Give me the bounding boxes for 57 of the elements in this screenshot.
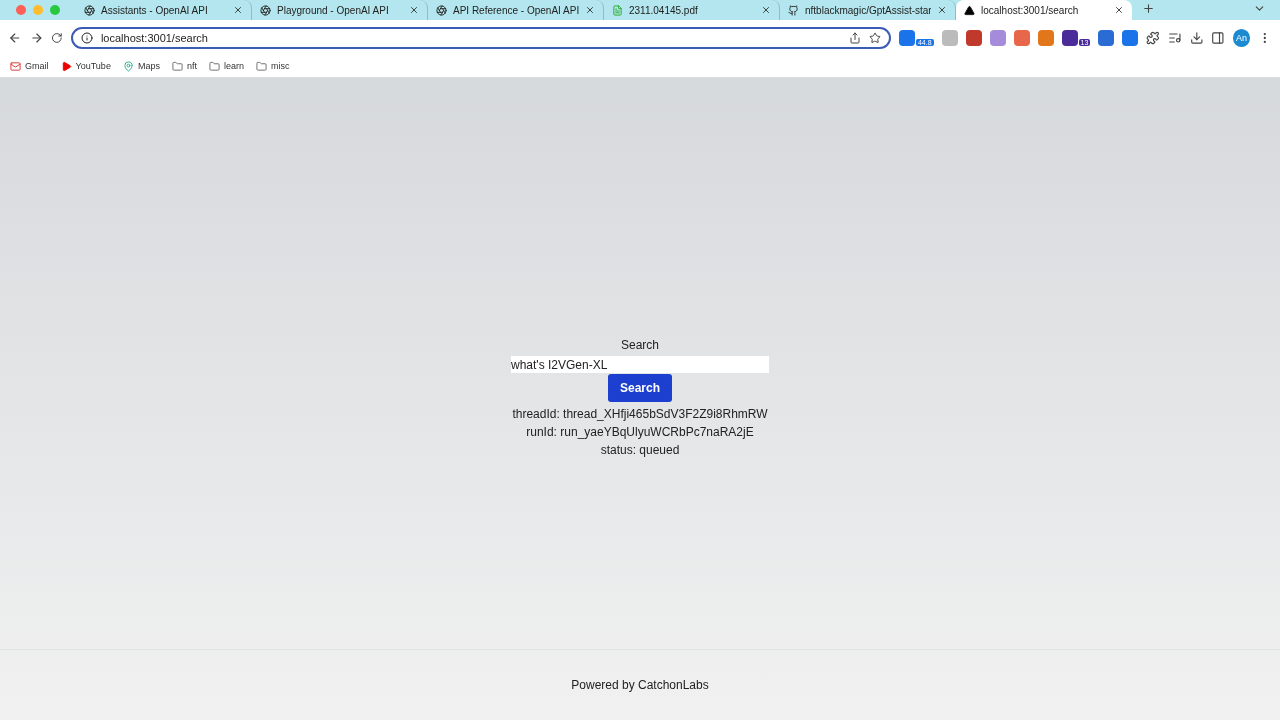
download-icon[interactable] [1189,30,1204,45]
star-icon[interactable] [868,31,881,44]
folder-icon [255,60,267,72]
bookmark[interactable]: misc [255,60,290,72]
close-icon[interactable] [585,5,595,15]
bookmark[interactable]: Maps [122,60,160,72]
bookmark[interactable]: YouTube [60,60,111,72]
url-text: localhost:3001/search [100,31,209,44]
bookmark-label: Maps [137,61,160,71]
bookmark-label: YouTube [75,61,111,71]
search-heading: Search [621,338,659,352]
profile-avatar[interactable]: An [1232,28,1251,47]
footer-text: Powered by CatchonLabs [571,678,709,692]
media-icon[interactable] [1167,30,1182,45]
folder-icon [208,60,220,72]
result-line: runId: run_yaeYBqUlyuWCRbPc7naRA2jE [526,424,754,441]
bookmark[interactable]: nft [171,60,197,72]
back-icon[interactable] [8,30,22,45]
folder-icon [171,60,183,72]
share-icon[interactable] [848,31,861,44]
close-icon[interactable] [1114,5,1124,15]
triangle-icon [964,4,975,16]
address-bar[interactable]: localhost:3001/search [70,26,891,49]
search-button[interactable]: Search [608,374,672,402]
reload-icon[interactable] [51,31,63,44]
close-icon[interactable] [409,5,419,15]
extension-icon[interactable] [965,29,982,46]
search-field[interactable]: what's I2VGen-XL [511,356,769,373]
new-tab-icon[interactable] [1142,2,1155,15]
bookmark-label: misc [270,61,290,71]
bookmark-label: nft [186,61,197,71]
bookmark[interactable]: Gmail [10,60,49,72]
close-icon[interactable] [937,5,947,15]
logo-icon [436,4,447,16]
extension-icon[interactable] [1122,29,1139,46]
pin-icon [122,60,134,72]
result-line: status: queued [600,442,680,459]
github-icon [788,4,799,16]
bookmark-label: Gmail [25,61,49,71]
info-icon [80,31,93,44]
extension-icon[interactable] [1061,29,1078,46]
play-icon [60,60,72,72]
logo-icon [84,4,95,16]
bookmark[interactable]: learn [208,60,244,72]
result-line: threadId: thread_XHfji465bSdV3F2Z9i8RhmRW [512,406,768,423]
side-panel-icon[interactable] [1211,30,1225,45]
bookmark-label: learn [223,61,244,71]
close-icon[interactable] [233,5,243,15]
forward-icon[interactable] [29,30,44,45]
puzzle-icon[interactable] [1146,30,1160,45]
close-icon[interactable] [761,5,771,15]
extension-icon[interactable] [898,29,915,46]
browser-tab[interactable]: localhost:3001/search [956,0,1132,20]
mail-icon [10,60,21,72]
document-icon [612,4,623,16]
extension-icon[interactable] [1098,29,1115,46]
logo-icon [260,4,271,16]
